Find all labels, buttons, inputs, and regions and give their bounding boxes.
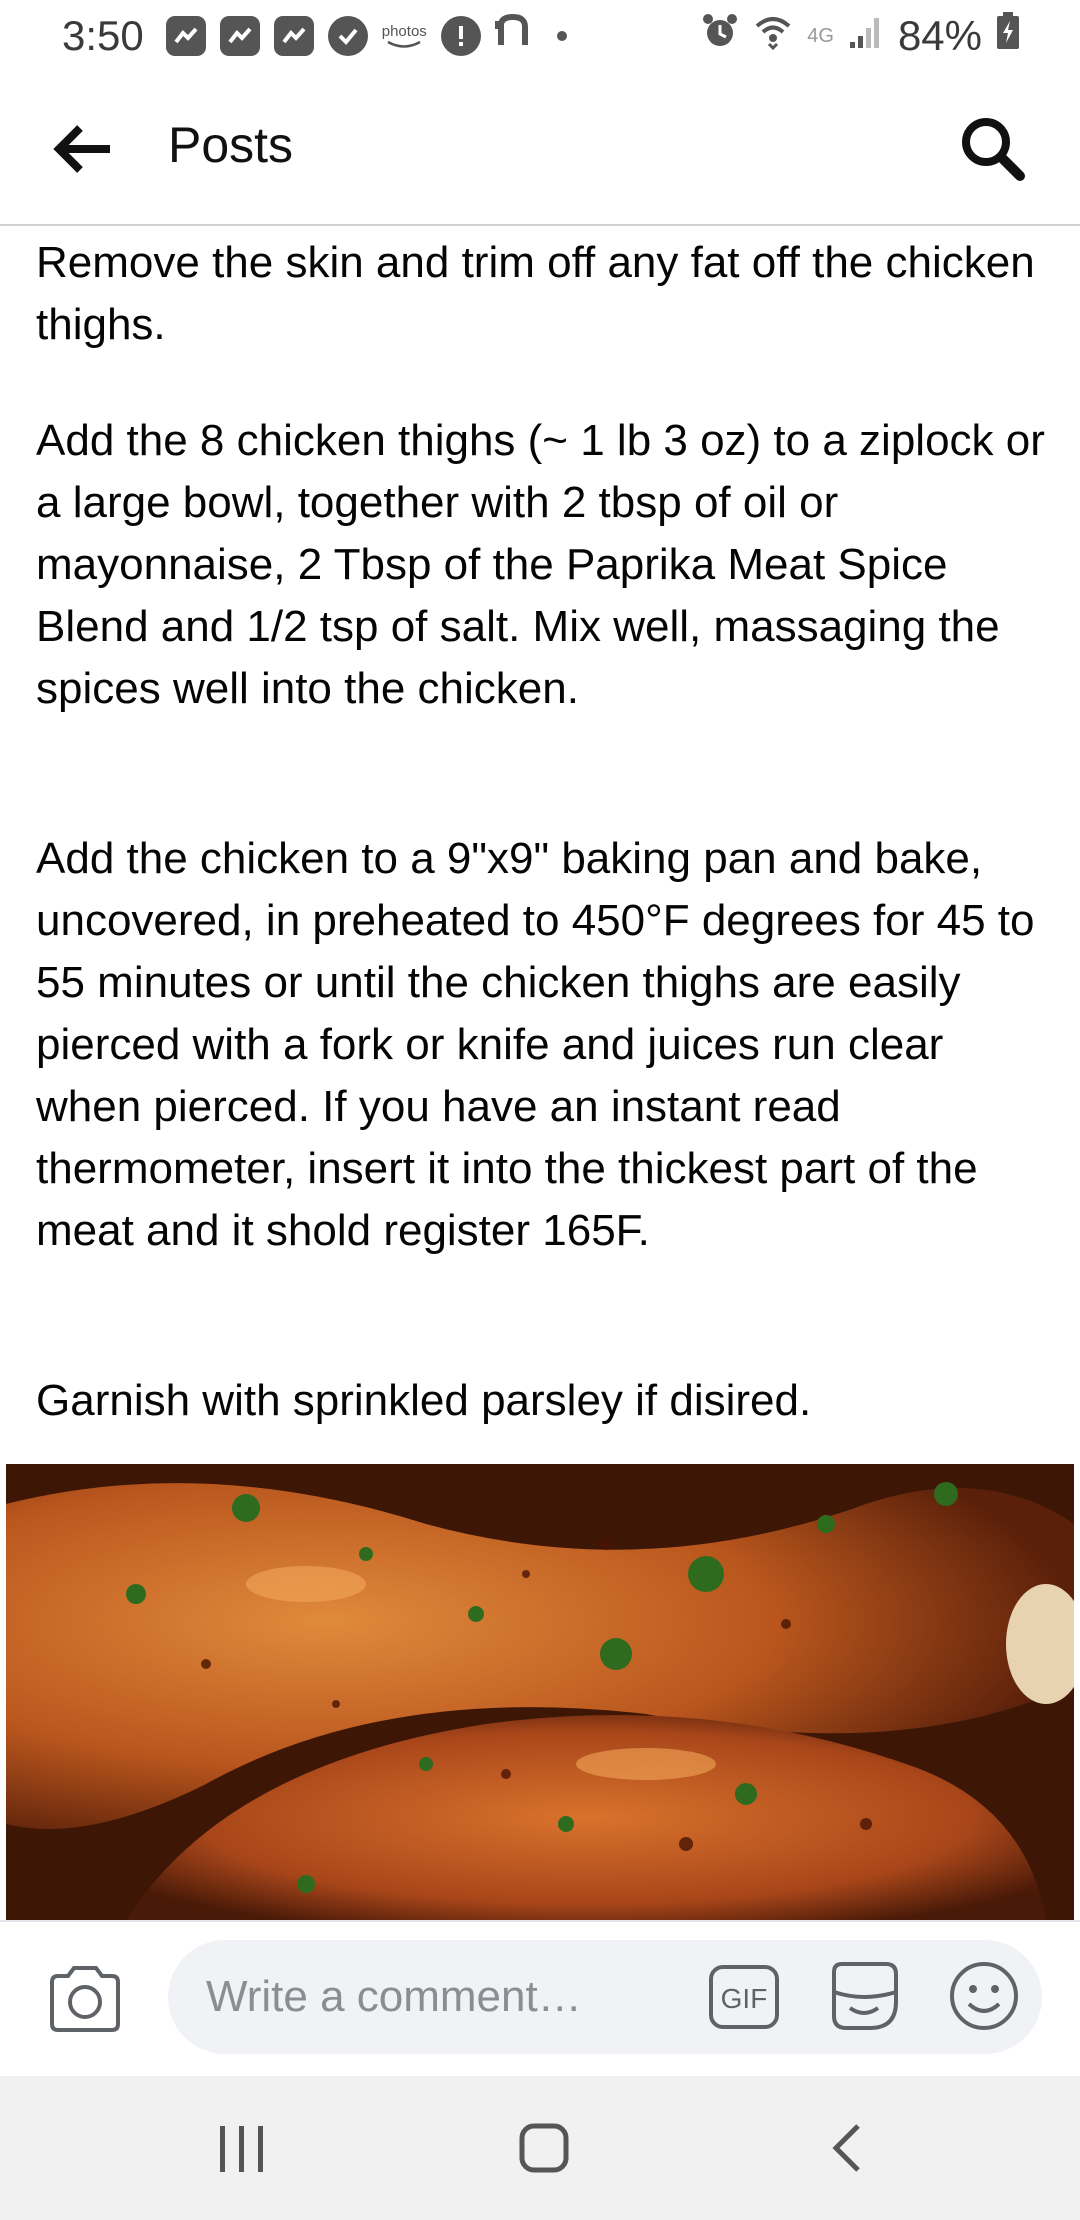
gif-icon: GIF [709, 1965, 779, 2029]
status-bar: 3:50 photos 4G 84% [0, 0, 1080, 72]
emoji-button[interactable] [948, 1960, 1020, 2032]
gif-button[interactable]: GIF [708, 1964, 780, 2030]
alert-icon [440, 16, 481, 56]
nest-icon [494, 11, 533, 61]
post-paragraph: Add the 8 chicken thighs (~ 1 lb 3 oz) t… [36, 416, 1045, 713]
search-button[interactable] [958, 114, 1028, 184]
messenger-notification-icon [219, 16, 260, 56]
check-badge-icon [327, 16, 368, 56]
camera-icon [50, 1966, 120, 2032]
post-photo[interactable] [6, 1464, 1074, 1920]
battery-charging-icon [996, 12, 1020, 60]
network-type-indicator: 4G [807, 24, 834, 47]
battery-percent: 84% [897, 12, 982, 59]
roasted-chicken-image [6, 1464, 1074, 1920]
system-back-button[interactable] [828, 2122, 864, 2174]
status-bar-right: 4G 84% [701, 12, 1020, 60]
comment-input[interactable]: Write a comment… GIF [168, 1940, 1042, 2054]
emoji-icon [950, 1962, 1018, 2030]
comment-placeholder: Write a comment… [206, 1972, 582, 2021]
post-paragraph: Garnish with sprinkled parsley if disire… [36, 1376, 812, 1425]
messenger-notification-icon [165, 16, 206, 56]
sticker-button[interactable] [826, 1958, 902, 2034]
wifi-icon [753, 12, 793, 60]
status-bar-left: 3:50 photos [62, 11, 567, 61]
camera-button[interactable] [46, 1964, 124, 2034]
gif-label: GIF [721, 1983, 768, 2014]
post-text: Remove the skin and trim off any fat off… [36, 232, 1056, 1432]
status-time: 3:50 [62, 12, 144, 59]
facebook-post-screen: 3:50 photos 4G 84% Posts Remove the skin… [0, 0, 1080, 2220]
home-icon [519, 2123, 569, 2173]
app-header: Posts [0, 72, 1080, 226]
back-button[interactable] [50, 122, 120, 176]
alarm-icon [701, 12, 739, 60]
sticker-icon [832, 1962, 898, 2030]
system-navigation-bar [0, 2076, 1080, 2220]
post-paragraph: Add the chicken to a 9"x9" baking pan an… [36, 834, 1035, 1255]
home-button[interactable] [518, 2122, 570, 2174]
amazon-photos-label: photos [381, 22, 427, 40]
comment-bar: Write a comment… GIF [0, 1920, 1080, 2076]
chevron-left-icon [832, 2124, 860, 2172]
page-title: Posts [168, 117, 294, 173]
more-notifications-icon [556, 31, 567, 41]
amazon-photos-icon: photos [382, 24, 427, 49]
recent-apps-icon [220, 2126, 263, 2172]
signal-icon [848, 12, 884, 60]
post-paragraph: Remove the skin and trim off any fat off… [36, 238, 1035, 349]
messenger-notification-icon [273, 16, 314, 56]
recent-apps-button[interactable] [218, 2124, 266, 2174]
search-icon [962, 118, 1025, 181]
arrow-left-icon [53, 125, 110, 173]
